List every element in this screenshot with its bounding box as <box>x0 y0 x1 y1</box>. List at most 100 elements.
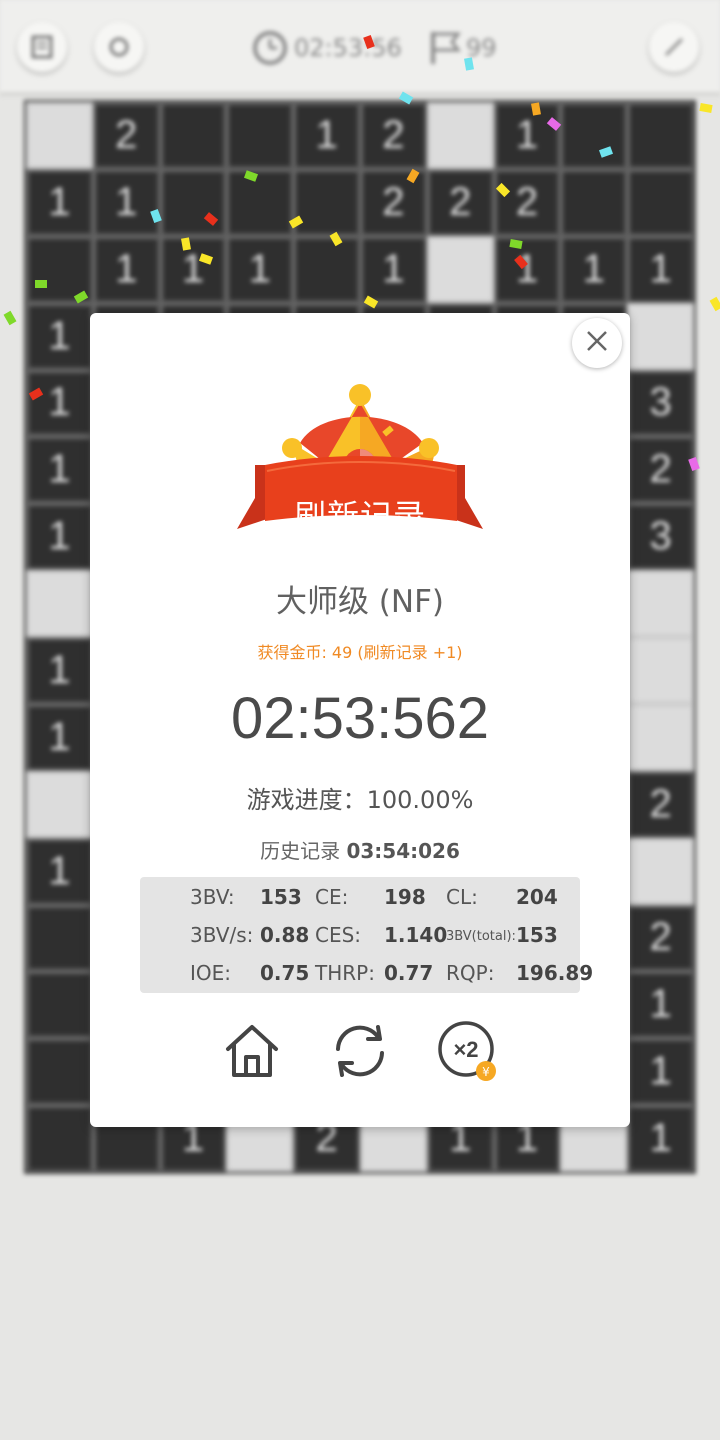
flag-icon <box>428 30 462 70</box>
confetti-piece <box>709 296 720 312</box>
stat-label: THRP: <box>315 961 375 985</box>
board-cell[interactable] <box>226 102 294 169</box>
restart-icon[interactable] <box>94 22 144 72</box>
stat-label: IOE: <box>190 961 232 985</box>
timer-text: 02:53:56 <box>294 34 402 62</box>
board-cell[interactable] <box>293 168 360 236</box>
board-cell[interactable] <box>26 102 93 169</box>
board-cell[interactable]: 1 <box>26 837 93 905</box>
menu-icon[interactable] <box>17 22 67 72</box>
board-cell[interactable]: 2 <box>92 102 160 169</box>
board-cell[interactable]: 2 <box>627 770 694 838</box>
board-cell[interactable]: 1 <box>26 369 93 437</box>
double-coins-icon: ×2 ¥ <box>438 1021 496 1081</box>
stats-panel: 3BV: 153 CE: 198 CL: 204 3BV/s: 0.88 CES… <box>140 877 593 993</box>
board-cell[interactable] <box>627 168 694 236</box>
record-badge-label: 刷新记录 <box>293 497 426 535</box>
stat-label: CES: <box>315 923 362 947</box>
board-cell[interactable]: 1 <box>493 235 561 303</box>
stat-value: 196.89 <box>516 961 594 985</box>
board-cell[interactable] <box>560 168 628 236</box>
board-cell[interactable] <box>26 770 93 838</box>
board-cell[interactable] <box>26 1038 93 1106</box>
board-cell[interactable]: 1 <box>26 436 93 504</box>
board-cell[interactable] <box>426 235 494 303</box>
progress-row: 游戏进度：100.00% <box>90 780 630 815</box>
progress-value: 100.00% <box>366 786 474 814</box>
board-cell[interactable]: 1 <box>627 971 694 1039</box>
board-cell[interactable]: 1 <box>26 637 93 704</box>
board-cell[interactable] <box>627 703 694 771</box>
stat-value: 204 <box>516 885 558 909</box>
confetti-piece <box>3 310 17 326</box>
board-cell[interactable] <box>26 971 93 1039</box>
board-cell[interactable]: 2 <box>360 168 427 236</box>
settings-icon[interactable] <box>649 22 699 72</box>
board-cell[interactable] <box>159 168 227 236</box>
board-cell[interactable] <box>293 235 360 303</box>
board-cell[interactable] <box>426 102 494 169</box>
replay-button[interactable] <box>328 1019 392 1083</box>
board-cell[interactable] <box>26 570 93 637</box>
board-cell[interactable]: 1 <box>26 302 93 370</box>
stat-label: 3BV: <box>190 885 235 909</box>
board-cell[interactable]: 1 <box>26 503 93 571</box>
board-cell[interactable]: 1 <box>560 235 628 303</box>
history-label: 历史记录 <box>260 839 341 863</box>
board-cell[interactable]: 2 <box>627 904 694 972</box>
replay-icon <box>336 1025 384 1077</box>
progress-label: 游戏进度： <box>246 786 367 814</box>
stat-label: CE: <box>315 885 349 909</box>
board-cell[interactable]: 2 <box>493 168 561 236</box>
stat-label: CL: <box>446 885 478 909</box>
confetti-piece <box>699 103 713 113</box>
board-cell[interactable] <box>627 837 694 905</box>
board-cell[interactable] <box>159 102 227 169</box>
board-cell[interactable] <box>627 637 694 704</box>
stat-value: 0.77 <box>384 961 434 985</box>
close-button[interactable] <box>572 318 622 368</box>
level-title: 大师级 (NF) <box>275 584 445 620</box>
board-cell[interactable]: 1 <box>360 235 427 303</box>
board-cell[interactable]: 1 <box>26 703 93 771</box>
board-cell[interactable]: 1 <box>627 235 694 303</box>
svg-text:×2: ×2 <box>453 1037 478 1062</box>
board-cell[interactable] <box>627 570 694 637</box>
stat-value: 153 <box>260 885 302 909</box>
stat-value: 153 <box>516 923 558 947</box>
stat-label: RQP: <box>446 961 495 985</box>
stat-label: 3BV(total): <box>446 929 516 944</box>
result-dialog: 刷新记录 大师级 (NF) 获得金币: 49 (刷新记录 +1) 02:53:5… <box>90 313 630 1127</box>
double-coins-button[interactable]: ×2 ¥ <box>436 1019 500 1083</box>
board-cell[interactable]: 1 <box>493 102 561 169</box>
board-cell[interactable]: 3 <box>627 503 694 571</box>
board-cell[interactable]: 1 <box>92 235 160 303</box>
board-cell[interactable] <box>627 302 694 370</box>
board-cell[interactable] <box>560 102 628 169</box>
coins-earned: 获得金币: 49 (刷新记录 +1) <box>257 643 463 662</box>
board-cell[interactable]: 1 <box>92 168 160 236</box>
board-cell[interactable]: 1 <box>627 1038 694 1106</box>
home-button[interactable] <box>220 1019 284 1083</box>
stat-value: 0.75 <box>260 961 310 985</box>
board-cell[interactable] <box>26 904 93 972</box>
board-cell[interactable]: 1 <box>159 235 227 303</box>
board-cell[interactable]: 2 <box>360 102 427 169</box>
board-cell[interactable]: 1 <box>226 235 294 303</box>
stat-label: 3BV/s: <box>190 923 254 947</box>
board-cell[interactable]: 3 <box>627 369 694 437</box>
home-icon <box>226 1025 278 1077</box>
board-cell[interactable] <box>627 102 694 169</box>
board-cell[interactable] <box>226 168 294 236</box>
board-cell[interactable]: 1 <box>627 1105 694 1172</box>
board-cell[interactable]: 1 <box>293 102 360 169</box>
clock-icon <box>252 30 288 70</box>
board-cell[interactable]: 2 <box>627 436 694 504</box>
stat-value: 198 <box>384 885 426 909</box>
svg-text:¥: ¥ <box>482 1065 490 1079</box>
board-cell[interactable]: 2 <box>426 168 494 236</box>
board-cell[interactable] <box>26 1105 93 1172</box>
top-bar: 02:53:56 99 <box>0 0 720 96</box>
board-cell[interactable]: 1 <box>26 168 93 236</box>
stat-value: 0.88 <box>260 923 310 947</box>
